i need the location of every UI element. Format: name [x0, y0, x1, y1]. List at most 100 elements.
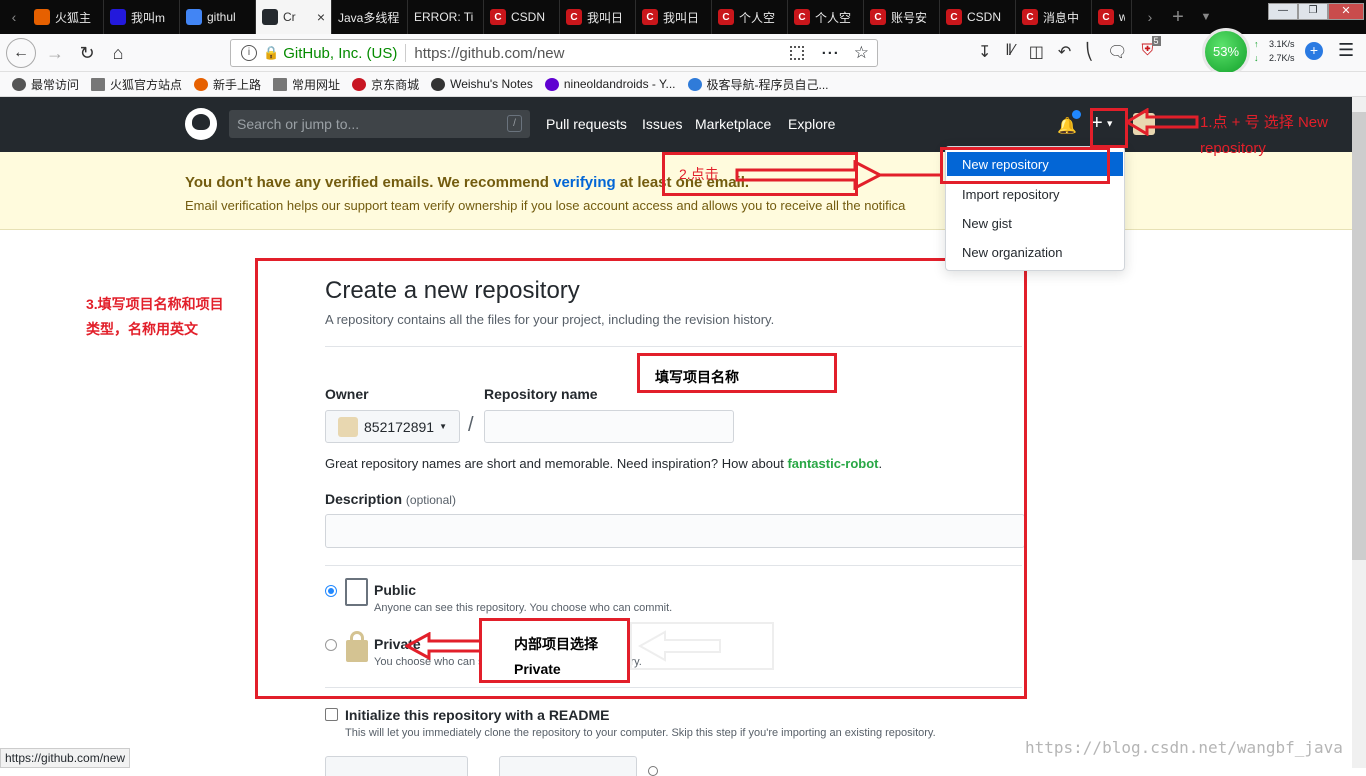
- verifying-link[interactable]: verifying: [553, 174, 616, 191]
- baidu-icon: [110, 9, 126, 25]
- sidebar-icon[interactable]: ◫: [1029, 42, 1044, 62]
- net-speed: ↑ 3.1K/s ↓ 2.7K/s: [1254, 39, 1295, 63]
- crop-icon[interactable]: ⎝: [1085, 42, 1093, 62]
- bookmark-label: 火狐官方站点: [110, 77, 183, 92]
- tab-title: 火狐主: [55, 10, 92, 25]
- search-input[interactable]: Search or jump to... /: [229, 110, 530, 138]
- bookmark-item[interactable]: 最常访问: [12, 76, 79, 93]
- github-logo-icon[interactable]: [185, 108, 217, 140]
- home-icon[interactable]: ⌂: [103, 38, 133, 68]
- nav-explore[interactable]: Explore: [788, 116, 835, 132]
- download-icon[interactable]: ↧: [978, 42, 991, 62]
- readme-checkbox[interactable]: [325, 708, 338, 721]
- browser-tab[interactable]: C 个人空: [788, 0, 864, 34]
- chat-icon[interactable]: 🗨: [1107, 42, 1127, 62]
- annotation-step2: 2.点击: [679, 166, 719, 182]
- csdn-icon: C: [870, 9, 886, 25]
- sync-plus-icon[interactable]: +: [1305, 42, 1323, 60]
- info-icon[interactable]: i: [241, 45, 257, 61]
- firefox-icon: [194, 77, 209, 91]
- nav-issues[interactable]: Issues: [642, 116, 682, 132]
- browser-tab[interactable]: githul: [180, 0, 256, 34]
- bookmark-item[interactable]: 火狐官方站点: [91, 76, 182, 93]
- browser-tab[interactable]: C CSDN: [484, 0, 560, 34]
- annotation-fill-name: 填写项目名称: [655, 369, 739, 385]
- bookmark-item[interactable]: 极客导航-程序员自己...: [687, 76, 829, 93]
- bookmark-item[interactable]: Weishu's Notes: [431, 77, 533, 91]
- browser-tab[interactable]: C 我叫日: [560, 0, 636, 34]
- flash-body: Email verification helps our support tea…: [185, 198, 906, 213]
- undo-icon[interactable]: ↶: [1058, 42, 1071, 62]
- bookmark-item[interactable]: 常用网址: [273, 76, 340, 93]
- url-identity: GitHub, Inc. (US): [283, 44, 398, 62]
- bookmark-item[interactable]: 京东商城: [352, 76, 419, 93]
- menu-item-new-organization[interactable]: New organization: [962, 245, 1062, 260]
- browser-tab[interactable]: Cr ×: [256, 0, 332, 34]
- annotation-arrow-step1: [1125, 108, 1199, 136]
- bookmark-label: 最常访问: [31, 77, 80, 92]
- url-bar[interactable]: i 🔒 GitHub, Inc. (US) https://github.com…: [230, 39, 878, 67]
- csdn-icon: C: [566, 9, 582, 25]
- close-icon[interactable]: ✕: [1328, 3, 1364, 20]
- net-monitor[interactable]: 53%: [1202, 28, 1250, 76]
- bookmark-item[interactable]: nineoldandroids - Y...: [544, 77, 676, 91]
- back-icon[interactable]: ←: [6, 38, 36, 68]
- browser-tab[interactable]: C 个人空: [712, 0, 788, 34]
- tab-title: Cr: [283, 10, 296, 24]
- forward-icon[interactable]: →: [40, 38, 70, 68]
- nav-pull-requests[interactable]: Pull requests: [546, 116, 627, 132]
- notification-bell-icon[interactable]: 🔔: [1057, 110, 1081, 136]
- url-text[interactable]: https://github.com/new: [414, 45, 564, 62]
- bookmark-label: 新手上路: [213, 77, 262, 92]
- browser-tab[interactable]: 我叫m: [104, 0, 180, 34]
- menu-item-new-gist[interactable]: New gist: [962, 216, 1012, 231]
- browser-tab-bar: ‹ 火狐主 我叫m githul Cr × Java多线程 ERROR: Ti C CSDN C 我…: [0, 0, 1366, 34]
- bookmark-item[interactable]: 新手上路: [194, 76, 261, 93]
- yahoo-icon: [544, 77, 559, 91]
- bookmark-star-icon[interactable]: ☆: [854, 43, 869, 63]
- csdn-icon: C: [642, 9, 658, 25]
- browser-tab[interactable]: 火狐主: [28, 0, 104, 34]
- qr-code-icon[interactable]: [789, 46, 804, 60]
- readme-label[interactable]: Initialize this repository with a README: [345, 707, 609, 723]
- search-shortcut-key: /: [507, 115, 522, 132]
- folder-icon: [91, 77, 106, 91]
- browser-tab[interactable]: C CSDN: [940, 0, 1016, 34]
- bookmark-label: nineoldandroids - Y...: [563, 77, 676, 91]
- license-select[interactable]: [499, 756, 637, 776]
- menu-icon[interactable]: ☰: [1338, 40, 1354, 61]
- browser-tab[interactable]: C 账号安: [864, 0, 940, 34]
- browser-tab[interactable]: C 消息中: [1016, 0, 1092, 34]
- annotation-arrow-private: [405, 632, 485, 660]
- tab-scroll-right-icon[interactable]: ›: [1136, 0, 1164, 34]
- extension-shield-icon[interactable]: ⛨ 5: [1142, 36, 1161, 62]
- new-tab-icon[interactable]: +: [1164, 0, 1192, 34]
- tab-title: CSDN: [967, 10, 1002, 24]
- minimize-icon[interactable]: —: [1268, 3, 1298, 20]
- github-icon: [262, 9, 278, 25]
- bookmark-label: Weishu's Notes: [450, 77, 533, 91]
- lock-icon: 🔒: [263, 45, 280, 60]
- annotation-step3: 3.填写项目名称和项目类型，名称用英文: [86, 296, 224, 337]
- csdn-icon: C: [718, 9, 734, 25]
- menu-item-import-repository[interactable]: Import repository: [962, 187, 1060, 202]
- gitignore-select[interactable]: [325, 756, 468, 776]
- annotation-private-line1: 内部项目选择: [514, 636, 598, 652]
- gear-icon: [12, 77, 26, 91]
- tab-close-icon[interactable]: ×: [317, 9, 325, 25]
- browser-tab[interactable]: C 我叫日: [636, 0, 712, 34]
- reload-icon[interactable]: ↻: [72, 38, 102, 68]
- tab-title: 我叫日: [663, 10, 700, 25]
- scrollbar-thumb[interactable]: [1352, 112, 1366, 560]
- maximize-icon[interactable]: ❐: [1298, 3, 1328, 20]
- more-actions-icon[interactable]: ···: [822, 45, 840, 62]
- tab-title: 个人空: [739, 10, 776, 25]
- browser-tab[interactable]: Java多线程: [332, 0, 408, 34]
- annotation-arrow-step2: [735, 160, 943, 190]
- browser-tab[interactable]: ERROR: Ti: [408, 0, 484, 34]
- tab-title: ERROR: Ti: [414, 10, 474, 24]
- library-icon[interactable]: ‖⁄: [1005, 42, 1014, 62]
- tab-scroll-left-icon[interactable]: ‹: [0, 0, 28, 34]
- browser-tab[interactable]: Cw: [1092, 0, 1132, 34]
- nav-marketplace[interactable]: Marketplace: [695, 116, 771, 132]
